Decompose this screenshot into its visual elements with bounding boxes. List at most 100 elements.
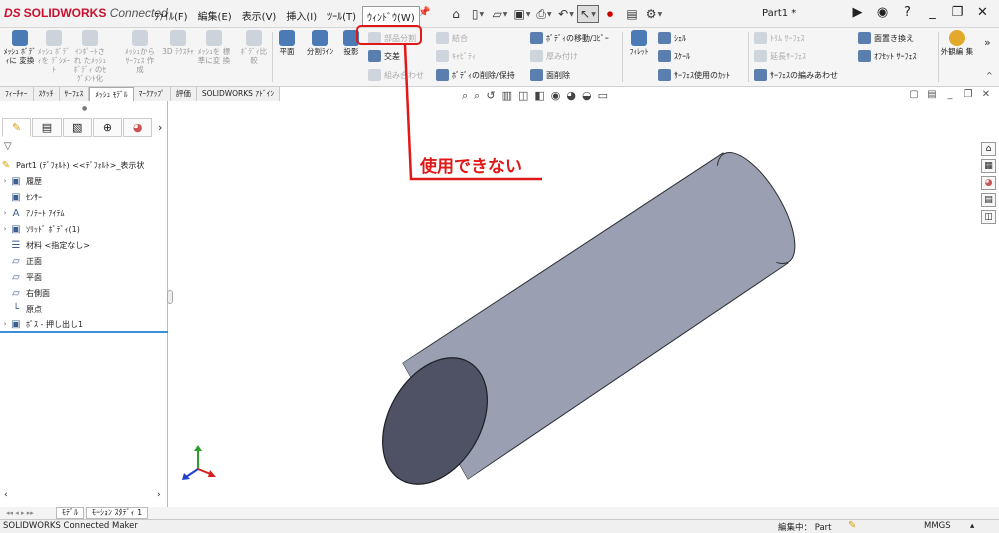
- expander-icon[interactable]: ›: [0, 177, 10, 185]
- scale-button[interactable]: ｽｹｰﾙ: [658, 50, 690, 62]
- move-copy-body-button[interactable]: ﾎﾞﾃﾞｨの移動/ｺﾋﾟｰ: [530, 32, 609, 44]
- menu-edit[interactable]: 編集(E): [194, 6, 236, 27]
- resources-icon[interactable]: ⌂: [981, 142, 996, 156]
- tile-icon[interactable]: ▢: [905, 89, 923, 100]
- units-selector[interactable]: MMGS: [924, 521, 951, 531]
- 3d-contentcentral-icon[interactable]: ◫: [981, 210, 996, 224]
- undo-icon[interactable]: ↶ ▼: [555, 5, 577, 23]
- dimxpert-tab-icon[interactable]: ⊕: [92, 118, 123, 137]
- graphics-area[interactable]: [168, 101, 978, 506]
- expander-icon[interactable]: ›: [0, 225, 10, 233]
- menu-file[interactable]: ﾌｧｲﾙ(F): [150, 6, 192, 27]
- ribbon-collapse-icon[interactable]: ^: [986, 71, 993, 80]
- cylinder-model[interactable]: [361, 141, 810, 503]
- tab-navigation-arrows-icon[interactable]: ◂◂ ◂ ▸ ▸▸: [0, 509, 56, 517]
- tree-item-annotations[interactable]: › A ｱﾉﾃｰﾄ ｱｲﾃﾑ: [0, 205, 168, 221]
- plane-button[interactable]: 平面: [272, 30, 302, 56]
- new-document-icon[interactable]: ▯ ▼: [467, 5, 489, 23]
- user-account-icon[interactable]: ◉: [870, 5, 895, 20]
- 3d-texture-button[interactable]: 3D ﾃｸｽﾁｬ: [160, 30, 196, 56]
- tree-item-history[interactable]: › ▣ 履歴: [0, 173, 168, 189]
- traffic-light-icon[interactable]: ⏺: [599, 5, 621, 23]
- panel-collapse-dot-icon[interactable]: ●: [82, 105, 87, 112]
- home-icon[interactable]: ⌂: [445, 5, 467, 23]
- featuremanager-tab-icon[interactable]: ✎: [2, 118, 32, 137]
- tree-item-material[interactable]: ☰ 材料 <指定なし>: [0, 237, 168, 253]
- menu-view[interactable]: 表示(V): [238, 6, 281, 27]
- open-icon[interactable]: ▱ ▼: [489, 5, 511, 23]
- tree-item-front-plane[interactable]: ▱ 正面: [0, 253, 168, 269]
- solidworks-logo: DS SOLIDWORKS Connected: [4, 6, 168, 20]
- viewport-minimize-icon[interactable]: _: [941, 89, 959, 100]
- plane-icon: ▱: [12, 271, 20, 283]
- offset-surface-button[interactable]: ｵﾌｾｯﾄ ｻｰﾌｪｽ: [858, 50, 917, 62]
- propertymanager-tab-icon[interactable]: ▤: [32, 118, 62, 137]
- tree-item-origin[interactable]: └ 原点: [0, 301, 168, 317]
- split-line-button[interactable]: 分割ﾗｲﾝ: [302, 30, 338, 56]
- tree-item-solid-bodies[interactable]: › ▣ ｿﾘｯﾄﾞ ﾎﾞﾃﾞｨ(1): [0, 221, 168, 237]
- viewport-close-icon[interactable]: ✕: [977, 89, 995, 100]
- scroll-left-icon[interactable]: ‹: [4, 490, 8, 500]
- tab-surfaces[interactable]: ｻｰﾌｪｽ: [60, 87, 90, 101]
- tree-item-boss-extrude[interactable]: › ▣ ﾎﾞｽ - 押し出し1: [0, 317, 168, 333]
- close-icon[interactable]: ✕: [970, 5, 995, 20]
- mesh-to-standard-button[interactable]: ﾒｯｼｭを 標準に変 換: [196, 30, 232, 65]
- help-icon[interactable]: ?: [895, 5, 920, 20]
- tab-markup[interactable]: ﾏｰｸｱｯﾌﾟ: [134, 87, 171, 101]
- replace-face-button[interactable]: 面置き換え: [858, 32, 914, 44]
- tab-features[interactable]: ﾌｨｰﾁｬｰ: [0, 87, 34, 101]
- filter-icon[interactable]: ▽: [4, 141, 12, 152]
- menu-window[interactable]: ｳｨﾝﾄﾞｳ(W): [362, 6, 420, 27]
- plane-icon: ▱: [12, 287, 20, 299]
- knit-surface-button[interactable]: ｻｰﾌｪｽの編みあわせ: [754, 69, 838, 81]
- rebuild-pen-icon[interactable]: ✎: [848, 520, 856, 531]
- surface-from-mesh-button[interactable]: ﾒｯｼｭから ｻｰﾌｪｽ 作成: [122, 30, 158, 74]
- extend-surface-button[interactable]: 延長ｻｰﾌｪｽ: [754, 50, 806, 62]
- appearances-icon[interactable]: ◕: [981, 176, 996, 190]
- display-manager-tab-icon[interactable]: ◕: [123, 118, 153, 137]
- minimize-icon[interactable]: _: [920, 5, 945, 20]
- tab-solidworks-addins[interactable]: SOLIDWORKS ｱﾄﾞｲﾝ: [197, 87, 281, 101]
- configurationmanager-tab-icon[interactable]: ▧: [62, 118, 92, 137]
- units-dropdown-icon[interactable]: ▴: [970, 521, 974, 531]
- design-library-icon[interactable]: ▦: [981, 159, 996, 173]
- tab-mesh-modeling[interactable]: ﾒｯｼｭ ﾓﾃﾞﾙ: [89, 87, 134, 101]
- custom-properties-icon[interactable]: ▤: [981, 193, 996, 207]
- expander-icon[interactable]: ›: [0, 209, 10, 217]
- pin-icon[interactable]: 📌: [418, 7, 430, 18]
- scroll-right-icon[interactable]: ›: [157, 490, 161, 500]
- expander-icon[interactable]: ›: [0, 320, 10, 328]
- viewport-restore-icon[interactable]: ❐: [959, 89, 977, 100]
- edit-appearance-button[interactable]: 外観編 集: [940, 30, 974, 56]
- restore-icon[interactable]: ❐: [945, 5, 970, 20]
- ribbon-more-chevron-icon[interactable]: »: [984, 36, 991, 49]
- tree-item-sensors[interactable]: ▣ ｾﾝｻｰ: [0, 189, 168, 205]
- tabs-more-chevron-icon[interactable]: ›: [153, 118, 167, 137]
- segment-mesh-button[interactable]: ｲﾝﾎﾟｰﾄされ たﾒｯｼｭ ﾎﾞﾃﾞｨ のｾｸﾞﾒﾝﾄ化: [72, 30, 108, 83]
- tree-root-part[interactable]: ✎ Part1 (ﾃﾞﾌｫﾙﾄ) <<ﾃﾞﾌｫﾙﾄ>_表示状: [0, 157, 168, 173]
- save-icon[interactable]: ▣ ▼: [511, 5, 533, 23]
- tab-evaluate[interactable]: 評価: [171, 87, 197, 101]
- menu-insert[interactable]: 挿入(I): [282, 6, 321, 27]
- tab-sketch[interactable]: ｽｹｯﾁ: [34, 87, 60, 101]
- select-pointer-icon[interactable]: ↖ ▼: [577, 5, 599, 23]
- join-button[interactable]: 結合: [436, 32, 468, 44]
- file-properties-icon[interactable]: ▤: [621, 5, 643, 23]
- convert-to-mesh-body-button[interactable]: ﾒｯｼｭ ﾎﾞﾃﾞｨに 変換: [2, 30, 38, 65]
- fillet-button[interactable]: ﾌｨﾚｯﾄ: [624, 30, 654, 56]
- surface-cut-button[interactable]: ｻｰﾌｪｽ使用のｶｯﾄ: [658, 69, 730, 81]
- trim-surface-button[interactable]: ﾄﾘﾑ ｻｰﾌｪｽ: [754, 32, 805, 44]
- menu-tools[interactable]: ﾂｰﾙ(T): [323, 6, 360, 27]
- decimate-mesh-button[interactable]: ﾒｯｼｭ ﾎﾞﾃﾞｨを ﾃﾞｼﾒｰﾄ: [36, 30, 72, 74]
- body-compare-button[interactable]: ﾎﾞﾃﾞｨ比 較: [236, 30, 272, 65]
- tree-item-right-plane[interactable]: ▱ 右側面: [0, 285, 168, 301]
- command-prompt-icon[interactable]: ▶: [845, 5, 870, 20]
- tab-motion-study[interactable]: ﾓｰｼｮﾝ ｽﾀﾃﾞｨ 1: [86, 507, 149, 519]
- print-icon[interactable]: ⎙ ▼: [533, 5, 555, 23]
- tab-model[interactable]: ﾓﾃﾞﾙ: [56, 507, 84, 519]
- tree-item-top-plane[interactable]: ▱ 平面: [0, 269, 168, 285]
- horizontal-scrollbar[interactable]: ‹ ›: [0, 490, 168, 502]
- split-icon[interactable]: ▤: [923, 89, 941, 100]
- options-gear-icon[interactable]: ⚙ ▼: [643, 5, 665, 23]
- shell-button[interactable]: ｼｪﾙ: [658, 32, 686, 44]
